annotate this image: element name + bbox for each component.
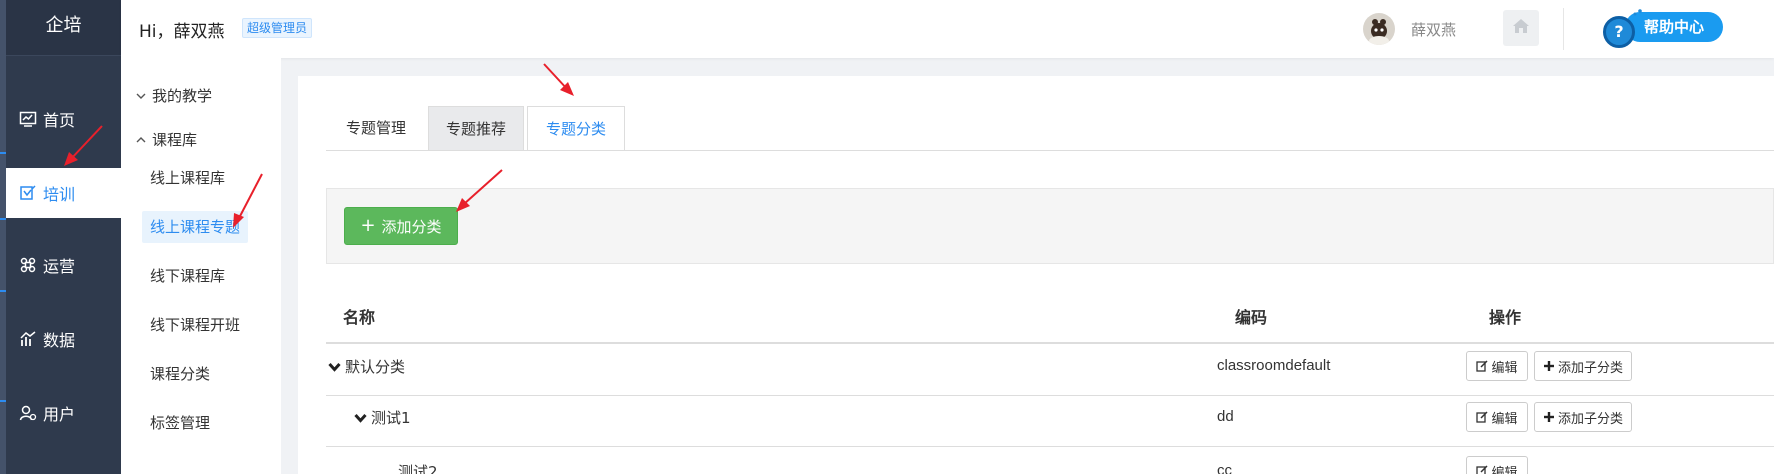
nav-item-users[interactable]: 用户 [6,388,121,438]
edit-label: 编辑 [1491,360,1518,376]
submenu-item-tag-management[interactable]: 标签管理 [142,407,218,439]
main-panel: 专题管理 专题推荐 专题分类 + 添加分类 名称 编码 操作 默认分类 clas… [298,76,1774,474]
home-icon [1511,16,1531,40]
add-category-label: 添加分类 [381,217,442,236]
user-name[interactable]: 薛双燕 [1411,19,1456,40]
nav-item-label: 培训 [43,185,76,204]
submenu-item-online-courses[interactable]: 线上课程库 [142,162,233,194]
table-row-name[interactable]: 测试1 [354,407,411,428]
tabs-divider [326,150,1774,151]
submenu-group-my-teaching[interactable]: 我的教学 [135,85,212,106]
role-badge: 超级管理员 [242,18,313,38]
row-divider [326,395,1774,396]
edit-icon [1476,360,1489,372]
help-center-button[interactable]: 帮助中心 ? [1591,8,1741,50]
chevron-down-icon [135,90,147,102]
table-row-name[interactable]: 默认分类 [328,356,405,377]
add-category-button[interactable]: + 添加分类 [344,207,458,245]
column-header-actions: 操作 [1489,308,1522,327]
header-divider [1563,8,1564,50]
edit-button[interactable]: 编辑 [1466,351,1528,381]
plus-icon [1543,411,1555,423]
category-code: classroomdefault [1217,357,1331,374]
submenu-item-offline-courses[interactable]: 线下课程库 [142,260,233,292]
edit-label: 编辑 [1491,411,1518,427]
tab-topic-management[interactable]: 专题管理 [326,106,426,151]
edit-label: 编辑 [1491,465,1518,474]
category-name: 默认分类 [345,358,406,376]
nav-edge-marker [0,218,6,220]
nav-item-label: 数据 [43,331,76,350]
add-child-category-button[interactable]: 添加子分类 [1534,402,1632,432]
nav-item-home[interactable]: 首页 [6,94,121,144]
operations-icon [19,256,37,274]
brand-logo[interactable]: 企培 [6,0,121,56]
avatar[interactable] [1363,13,1395,45]
plus-icon: + [360,215,376,236]
edit-button[interactable]: 编辑 [1466,402,1528,432]
nav-item-label: 用户 [43,405,76,424]
help-question-icon: ? [1603,16,1635,48]
sparkle-icon [1633,9,1642,16]
nav-item-data[interactable]: 数据 [6,314,121,364]
caret-down-icon [328,362,341,372]
dashboard-icon [19,110,37,128]
category-name[interactable]: 测试2 [398,461,438,474]
add-child-category-button[interactable]: 添加子分类 [1534,351,1632,381]
add-child-label: 添加子分类 [1557,411,1623,427]
nav-item-training[interactable]: 培训 [6,168,121,218]
data-chart-icon [19,330,37,348]
tab-topic-category[interactable]: 专题分类 [527,106,625,151]
submenu-item-course-categories[interactable]: 课程分类 [142,358,218,390]
edit-icon [1476,465,1489,474]
nav-item-operations[interactable]: 运营 [6,240,121,290]
greeting-text: Hi，薛双燕 [139,22,225,42]
main-nav: 企培 首页 培训 运营 数据 用户 [0,0,121,474]
chevron-up-icon [135,134,147,146]
nav-edge-marker [0,152,6,154]
edit-icon [1476,411,1489,423]
plus-icon [1543,360,1555,372]
submenu-item-offline-classes[interactable]: 线下课程开班 [142,309,248,341]
category-name: 测试1 [371,409,411,427]
category-code: cc [1217,462,1232,474]
column-header-name: 名称 [343,308,376,327]
submenu-group-course-library[interactable]: 课程库 [135,129,197,150]
users-icon [19,404,37,422]
toolbar: + 添加分类 [326,188,1774,264]
nav-item-label: 运营 [43,257,76,276]
category-code: dd [1217,408,1234,425]
row-divider [326,446,1774,447]
top-header: Hi，薛双燕 超级管理员 薛双燕 帮助中心 ? [121,0,1774,58]
tab-topic-recommend[interactable]: 专题推荐 [428,106,524,151]
submenu-item-online-topics[interactable]: 线上课程专题 [142,211,249,243]
nav-item-label: 首页 [43,111,76,130]
home-button[interactable] [1503,10,1539,46]
edit-button[interactable]: 编辑 [1466,456,1528,474]
table-header-divider [326,342,1774,344]
submenu: 我的教学 课程库 线上课程库 线上课程专题 线下课程库 线下课程开班 课程分类 … [121,58,281,474]
nav-edge-marker [0,290,6,292]
submenu-group-label: 课程库 [152,131,198,149]
training-icon [19,184,37,202]
caret-down-icon [354,413,367,423]
add-child-label: 添加子分类 [1557,360,1623,376]
column-header-code: 编码 [1235,308,1268,327]
submenu-group-label: 我的教学 [152,87,213,105]
